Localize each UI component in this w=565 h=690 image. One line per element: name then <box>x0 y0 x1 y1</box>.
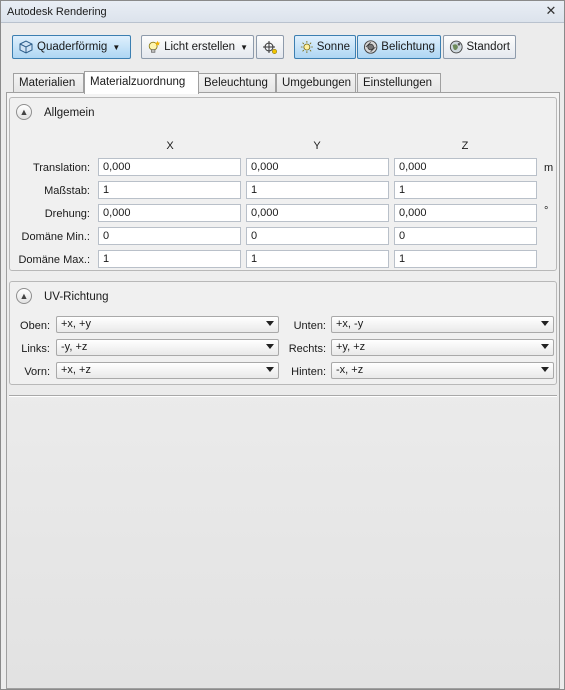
rotation-y-field[interactable]: 0,000 <box>246 204 389 222</box>
left-direction-select[interactable]: -y, +z <box>56 339 279 356</box>
globe-icon <box>449 40 463 54</box>
section-divider <box>9 395 557 397</box>
domain-max-y-field[interactable]: 1 <box>246 250 389 268</box>
sun-icon <box>300 40 313 54</box>
chevron-down-icon <box>541 367 549 372</box>
uv-direction-section: ▲ UV-Richtung Oben: +x, +y Unten: +x, -y… <box>9 281 557 385</box>
chevron-down-icon <box>266 344 274 349</box>
front-direction-value: +x, +z <box>61 364 91 376</box>
general-section-title: Allgemein <box>44 107 95 119</box>
left-label: Links: <box>21 343 50 355</box>
translation-x-field[interactable]: 0,000 <box>98 158 241 176</box>
column-header-y: Y <box>313 140 321 152</box>
translation-z-field[interactable]: 0,000 <box>394 158 537 176</box>
collapse-icon[interactable]: ▲ <box>16 288 32 304</box>
mapping-type-dropdown-button[interactable]: Quaderförmig ▼ <box>12 35 131 59</box>
back-direction-select[interactable]: -x, +z <box>331 362 554 379</box>
light-bulb-icon <box>148 40 161 53</box>
sun-button[interactable]: Sonne <box>294 35 356 59</box>
sun-label: Sonne <box>316 41 350 53</box>
mapping-type-label: Quaderförmig <box>37 41 108 53</box>
domain-max-x-field[interactable]: 1 <box>98 250 241 268</box>
general-section-header[interactable]: ▲ Allgemein <box>10 98 556 124</box>
rotation-x-field[interactable]: 0,000 <box>98 204 241 222</box>
right-direction-select[interactable]: +y, +z <box>331 339 554 356</box>
rotation-unit: ° <box>544 205 549 217</box>
bottom-label: Unten: <box>293 320 326 332</box>
chevron-down-icon: ▼ <box>112 42 121 52</box>
right-label: Rechts: <box>288 343 326 355</box>
tab-settings[interactable]: Einstellungen <box>357 73 441 93</box>
column-header-z: Z <box>461 140 469 152</box>
domain-min-y-field[interactable]: 0 <box>246 227 389 245</box>
left-direction-value: -y, +z <box>61 341 88 353</box>
exposure-label: Belichtung <box>381 41 435 53</box>
uv-section-header[interactable]: ▲ UV-Richtung <box>10 282 556 308</box>
tab-environments[interactable]: Umgebungen <box>276 73 356 93</box>
domain-max-z-field[interactable]: 1 <box>394 250 537 268</box>
back-label: Hinten: <box>291 366 326 378</box>
scale-y-field[interactable]: 1 <box>246 181 389 199</box>
box-icon <box>19 40 33 54</box>
translation-unit: m <box>544 162 554 174</box>
title-bar: Autodesk Rendering ✕ <box>1 1 564 23</box>
domain-min-x-field[interactable]: 0 <box>98 227 241 245</box>
create-light-label: Licht erstellen <box>164 41 236 53</box>
chevron-down-icon: ▼ <box>240 42 248 52</box>
create-light-button[interactable]: Licht erstellen ▼ <box>141 35 254 59</box>
domain-min-label: Domäne Min.: <box>21 231 90 243</box>
target-light-button[interactable] <box>256 35 284 59</box>
scale-z-field[interactable]: 1 <box>394 181 537 199</box>
bottom-direction-value: +x, -y <box>336 318 364 330</box>
front-label: Vorn: <box>24 366 50 378</box>
rendering-window: Autodesk Rendering ✕ Quaderförmig ▼ Lich… <box>0 0 565 690</box>
translation-label: Translation: <box>32 162 90 174</box>
uv-section-title: UV-Richtung <box>44 291 109 303</box>
top-label: Oben: <box>20 320 50 332</box>
back-direction-value: -x, +z <box>336 364 364 376</box>
bottom-direction-select[interactable]: +x, -y <box>331 316 554 333</box>
chevron-down-icon <box>541 321 549 326</box>
general-section: ▲ Allgemein X Y Z Translation: 0,000 0,0… <box>9 97 557 271</box>
toolbar: Quaderförmig ▼ Licht erstellen ▼ Sonne B… <box>1 24 564 68</box>
domain-min-z-field[interactable]: 0 <box>394 227 537 245</box>
translation-y-field[interactable]: 0,000 <box>246 158 389 176</box>
column-header-x: X <box>166 140 174 152</box>
tab-materials[interactable]: Materialien <box>13 73 84 93</box>
target-light-icon <box>263 41 278 55</box>
front-direction-select[interactable]: +x, +z <box>56 362 279 379</box>
chevron-down-icon <box>266 321 274 326</box>
close-icon[interactable]: ✕ <box>544 4 558 18</box>
location-label: Standort <box>466 41 510 53</box>
collapse-icon[interactable]: ▲ <box>16 104 32 120</box>
chevron-down-icon <box>266 367 274 372</box>
domain-max-label: Domäne Max.: <box>18 254 90 266</box>
exposure-icon <box>363 40 378 54</box>
exposure-button[interactable]: Belichtung <box>357 35 441 59</box>
scale-label: Maßstab: <box>44 185 90 197</box>
location-button[interactable]: Standort <box>443 35 516 59</box>
top-direction-value: +x, +y <box>61 318 91 330</box>
tab-material-mapping[interactable]: Materialzuordnung <box>84 71 199 94</box>
rotation-label: Drehung: <box>44 208 90 220</box>
window-title: Autodesk Rendering <box>7 6 107 18</box>
chevron-down-icon <box>541 344 549 349</box>
top-direction-select[interactable]: +x, +y <box>56 316 279 333</box>
rotation-z-field[interactable]: 0,000 <box>394 204 537 222</box>
material-mapping-panel: ▲ Allgemein X Y Z Translation: 0,000 0,0… <box>6 92 560 689</box>
scale-x-field[interactable]: 1 <box>98 181 241 199</box>
tab-lighting[interactable]: Beleuchtung <box>198 73 276 93</box>
right-direction-value: +y, +z <box>336 341 366 353</box>
